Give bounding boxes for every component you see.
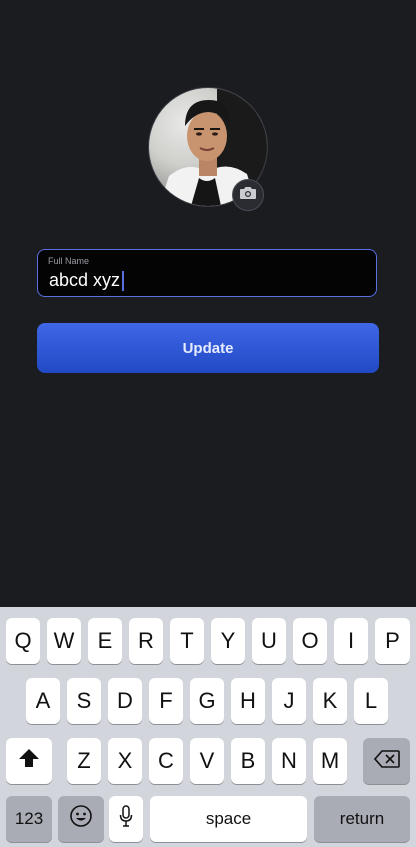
key-b[interactable]: B [231,738,265,784]
backspace-icon [373,748,400,774]
key-n[interactable]: N [272,738,306,784]
key-u[interactable]: U [252,618,286,664]
full-name-field[interactable]: Full Name abcd xyz [37,249,377,297]
update-button[interactable]: Update [37,323,379,373]
camera-icon [239,186,257,205]
key-f[interactable]: F [149,678,183,724]
key-j[interactable]: J [272,678,306,724]
return-key[interactable]: return [314,796,410,842]
key-t[interactable]: T [170,618,204,664]
microphone-icon [119,805,133,833]
full-name-label: Full Name [48,256,90,266]
key-c[interactable]: C [149,738,183,784]
emoji-icon [69,804,93,834]
key-h[interactable]: H [231,678,265,724]
emoji-key[interactable] [58,796,104,842]
text-caret [122,270,124,291]
space-key[interactable]: space [150,796,307,842]
key-l[interactable]: L [354,678,388,724]
full-name-input[interactable]: abcd xyz [49,270,120,291]
key-k[interactable]: K [313,678,347,724]
onscreen-keyboard: Q W E R T Y U O I P A S D F G H J K L Z … [0,607,416,847]
shift-icon [18,748,40,774]
key-v[interactable]: V [190,738,224,784]
change-photo-button[interactable] [232,179,264,211]
avatar-container [148,87,268,211]
key-q[interactable]: Q [6,618,40,664]
key-w[interactable]: W [47,618,81,664]
key-m[interactable]: M [313,738,347,784]
microphone-key[interactable] [109,796,143,842]
key-d[interactable]: D [108,678,142,724]
key-p[interactable]: P [375,618,410,664]
key-a[interactable]: A [26,678,60,724]
key-z[interactable]: Z [67,738,101,784]
backspace-key[interactable] [363,738,410,784]
key-s[interactable]: S [67,678,101,724]
key-y[interactable]: Y [211,618,245,664]
key-o[interactable]: O [293,618,327,664]
shift-key[interactable] [6,738,52,784]
edit-profile-screen: Full Name abcd xyz Update Q W E R T Y U … [0,0,416,847]
key-r[interactable]: R [129,618,163,664]
key-g[interactable]: G [190,678,224,724]
key-i[interactable]: I [334,618,368,664]
key-e[interactable]: E [88,618,122,664]
numbers-key[interactable]: 123 [6,796,52,842]
key-x[interactable]: X [108,738,142,784]
